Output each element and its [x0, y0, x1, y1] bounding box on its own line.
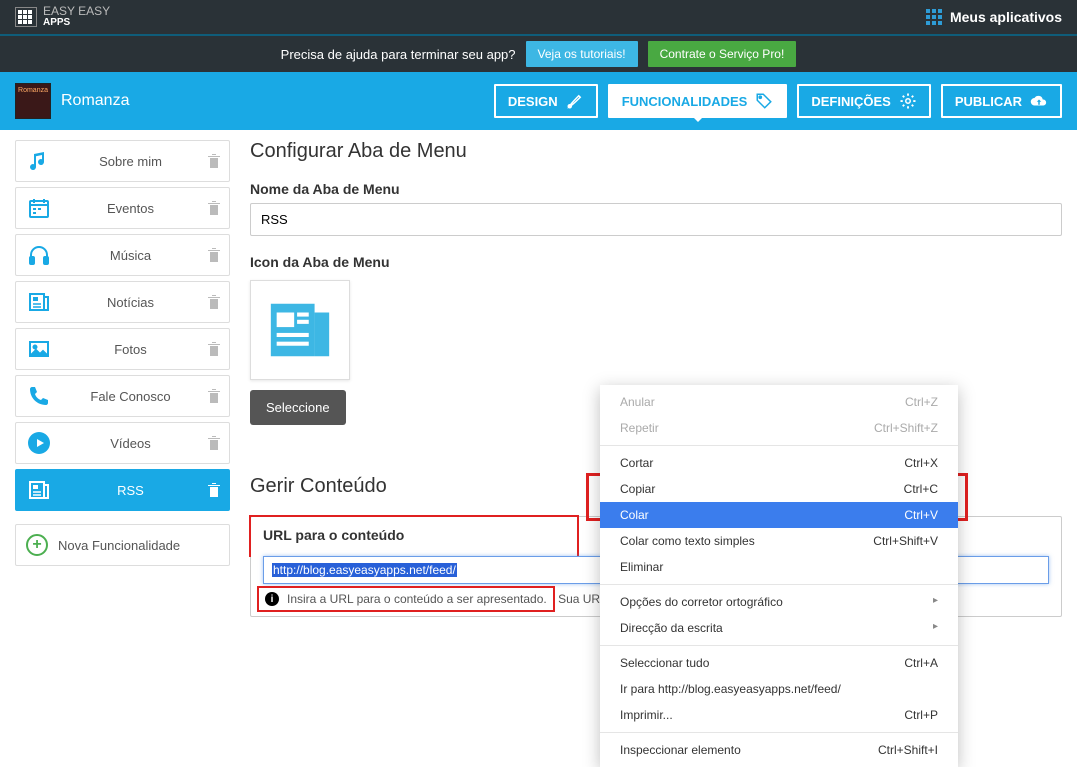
apps-grid-icon	[926, 9, 942, 25]
app-thumbnail[interactable]: Romanza	[15, 83, 51, 119]
ctx-direction[interactable]: Direcção da escrita	[600, 615, 958, 641]
nav-publish[interactable]: PUBLICAR	[941, 84, 1062, 118]
tutorials-button[interactable]: Veja os tutoriais!	[526, 41, 638, 67]
trash-icon[interactable]	[207, 435, 221, 451]
sidebar-new-feature[interactable]: + Nova Funcionalidade	[15, 524, 230, 566]
sidebar-item-about[interactable]: Sobre mim	[15, 140, 230, 182]
headphones-icon	[24, 240, 54, 270]
calendar-icon	[24, 193, 54, 223]
brush-icon	[566, 92, 584, 110]
nav-settings[interactable]: DEFINIÇÕES	[797, 84, 930, 118]
tab-name-input[interactable]	[250, 203, 1062, 236]
ctx-paste-plain[interactable]: Colar como texto simplesCtrl+Shift+V	[600, 528, 958, 554]
ctx-delete[interactable]: Eliminar	[600, 554, 958, 580]
sidebar-item-videos[interactable]: Vídeos	[15, 422, 230, 464]
sidebar-item-photos[interactable]: Fotos	[15, 328, 230, 370]
sidebar-item-news[interactable]: Notícias	[15, 281, 230, 323]
tab-icon-label: Icon da Aba de Menu	[250, 254, 1062, 270]
nav-functionalities[interactable]: FUNCIONALIDADES	[608, 84, 788, 118]
url-label: URL para o conteúdo	[263, 527, 565, 543]
ctx-print[interactable]: Imprimir...Ctrl+P	[600, 702, 958, 728]
page-title: Configurar Aba de Menu	[250, 140, 1062, 163]
trash-icon[interactable]	[207, 200, 221, 216]
image-icon	[24, 334, 54, 364]
trash-icon[interactable]	[207, 153, 221, 169]
logo-text: EASY EASYAPPS	[43, 6, 110, 28]
ctx-undo[interactable]: AnularCtrl+Z	[600, 389, 958, 415]
app-name-label: Romanza	[61, 92, 129, 110]
help-text: Precisa de ajuda para terminar seu app?	[281, 47, 516, 62]
gear-icon	[899, 92, 917, 110]
ctx-copy[interactable]: CopiarCtrl+C	[600, 476, 958, 502]
my-apps-link[interactable]: Meus aplicativos	[926, 9, 1062, 25]
nav-design[interactable]: DESIGN	[494, 84, 598, 118]
ctx-inspect[interactable]: Inspeccionar elementoCtrl+Shift+I	[600, 737, 958, 763]
app-logo[interactable]: EASY EASYAPPS	[15, 6, 110, 28]
ctx-goto[interactable]: Ir para http://blog.easyeasyapps.net/fee…	[600, 676, 958, 702]
music-note-icon	[24, 146, 54, 176]
phone-icon	[24, 381, 54, 411]
newspaper-icon	[24, 475, 54, 505]
trash-icon[interactable]	[207, 247, 221, 263]
select-icon-button[interactable]: Seleccione	[250, 390, 346, 425]
play-icon	[24, 428, 54, 458]
trash-icon[interactable]	[207, 341, 221, 357]
trash-icon[interactable]	[207, 482, 221, 498]
sidebar: Sobre mim Eventos Música Notícias Fotos …	[15, 140, 230, 566]
logo-grid-icon	[15, 7, 37, 27]
tab-name-label: Nome da Aba de Menu	[250, 181, 1062, 197]
sidebar-item-rss[interactable]: RSS	[15, 469, 230, 511]
app-title: Romanza Romanza	[15, 83, 129, 119]
ctx-select-all[interactable]: Seleccionar tudoCtrl+A	[600, 650, 958, 676]
newspaper-icon	[24, 287, 54, 317]
context-menu: AnularCtrl+Z RepetirCtrl+Shift+Z CortarC…	[600, 385, 958, 767]
icon-preview	[250, 280, 350, 380]
newspaper-icon	[265, 295, 335, 365]
pro-service-button[interactable]: Contrate o Serviço Pro!	[648, 41, 797, 67]
sidebar-item-music[interactable]: Música	[15, 234, 230, 276]
my-apps-label: Meus aplicativos	[950, 9, 1062, 25]
top-bar: EASY EASYAPPS Meus aplicativos	[0, 0, 1077, 36]
ctx-spell[interactable]: Opções do corretor ortográfico	[600, 589, 958, 615]
ctx-redo[interactable]: RepetirCtrl+Shift+Z	[600, 415, 958, 441]
url-box-highlight: URL para o conteúdo	[249, 515, 579, 557]
ctx-cut[interactable]: CortarCtrl+X	[600, 450, 958, 476]
main-toolbar: Romanza Romanza DESIGN FUNCIONALIDADES D…	[0, 72, 1077, 130]
trash-icon[interactable]	[207, 388, 221, 404]
cloud-upload-icon	[1030, 92, 1048, 110]
help-bar: Precisa de ajuda para terminar seu app? …	[0, 36, 1077, 72]
sidebar-item-contact[interactable]: Fale Conosco	[15, 375, 230, 417]
tag-icon	[755, 92, 773, 110]
sidebar-item-events[interactable]: Eventos	[15, 187, 230, 229]
plus-circle-icon: +	[26, 534, 48, 556]
trash-icon[interactable]	[207, 294, 221, 310]
ctx-paste[interactable]: ColarCtrl+V	[600, 502, 958, 528]
